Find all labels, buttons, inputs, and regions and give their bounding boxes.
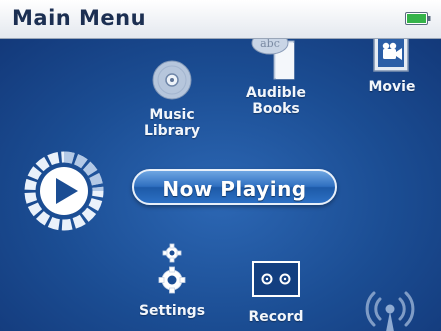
now-playing-button[interactable]: Now Playing (132, 169, 337, 205)
menu-area: abc Audible Books Movie Music Library No… (0, 39, 441, 331)
battery-icon (405, 12, 431, 25)
music-library-line1: Music (149, 107, 195, 123)
book-badge: abc (260, 39, 280, 50)
disc-icon (152, 60, 192, 100)
menu-item-music-library[interactable]: Music Library (132, 59, 212, 139)
page-title: Main Menu (12, 6, 147, 30)
record-label: Record (248, 309, 304, 325)
music-library-line2: Library (143, 123, 201, 139)
movie-camera-icon (373, 39, 409, 72)
play-icon[interactable] (22, 149, 106, 233)
menu-item-movie[interactable]: Movie (352, 39, 432, 95)
cassette-icon (252, 261, 300, 297)
gear-icon (158, 243, 186, 294)
menu-item-audible-books[interactable]: abc Audible Books (236, 39, 316, 117)
book-icon: abc (251, 39, 295, 80)
header-bar: Main Menu (0, 0, 441, 39)
audible-books-line2: Books (252, 101, 300, 117)
radio-antenna-icon (365, 291, 415, 331)
menu-item-record[interactable]: Record (238, 261, 314, 325)
settings-label: Settings (138, 303, 206, 319)
menu-item-settings[interactable]: Settings (132, 243, 212, 319)
main-menu-screen: Main Menu abc Audible Books Movie Music … (0, 0, 441, 331)
menu-item-radio[interactable] (360, 287, 420, 331)
audible-books-line1: Audible (246, 85, 306, 101)
movie-label: Movie (368, 79, 416, 95)
